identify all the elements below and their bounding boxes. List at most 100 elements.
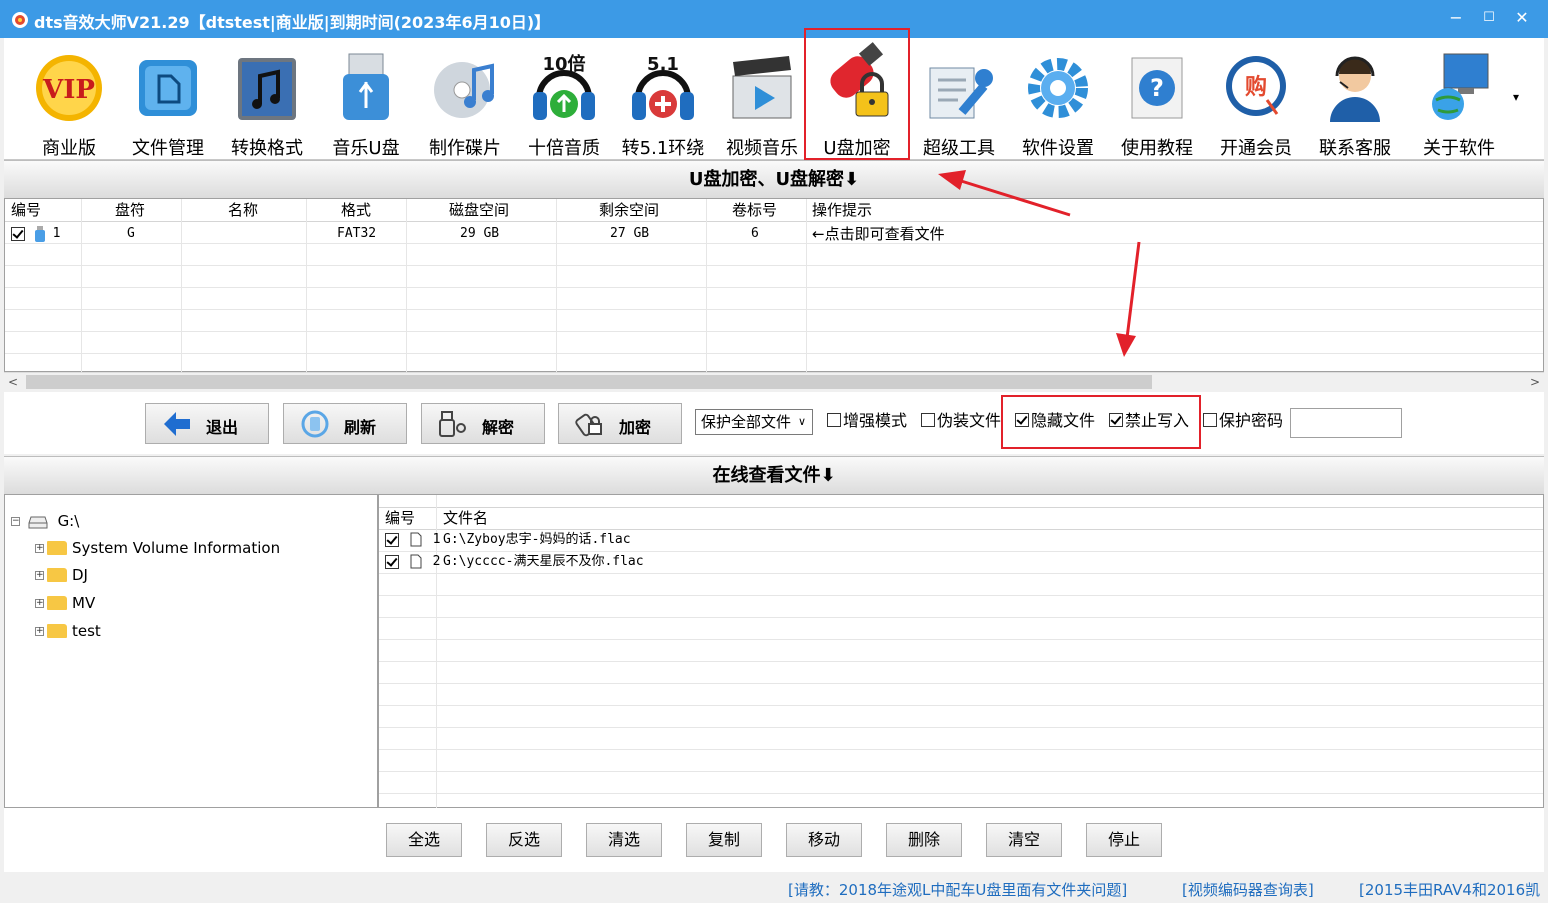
clear-selection-button[interactable]: 清选 xyxy=(586,823,662,857)
highlight-box xyxy=(1001,395,1201,449)
minimize-button[interactable]: − xyxy=(1443,6,1469,30)
wrench-icon xyxy=(929,67,993,119)
horizontal-scrollbar[interactable]: < > xyxy=(4,372,1544,390)
stop-button[interactable]: 停止 xyxy=(1086,823,1162,857)
expand-icon[interactable]: + xyxy=(35,599,44,608)
tool-video-music[interactable]: 视频音乐 xyxy=(713,42,811,159)
drive-label: 6 xyxy=(751,226,759,241)
tree-folder[interactable]: + MV xyxy=(35,591,95,615)
tool-file-manage[interactable]: 文件管理 xyxy=(119,42,217,159)
exit-button[interactable]: 退出 xyxy=(145,403,269,444)
col-header[interactable]: 盘符 xyxy=(115,199,145,221)
close-button[interactable]: ✕ xyxy=(1509,6,1535,30)
support-agent-icon xyxy=(1330,56,1380,122)
checkbox[interactable] xyxy=(1203,413,1217,427)
tool-usb-encrypt[interactable]: U盘加密 xyxy=(804,28,910,160)
tree-root[interactable]: − G:\ xyxy=(11,509,79,533)
tool-vip[interactable]: VIP 商业版 xyxy=(20,42,118,159)
tool-10x-quality[interactable]: 10倍 十倍音质 xyxy=(515,42,613,159)
tool-convert[interactable]: 转换格式 xyxy=(218,42,316,159)
col-header[interactable]: 名称 xyxy=(228,199,258,221)
svg-text:VIP: VIP xyxy=(42,75,95,105)
tool-tutorial[interactable]: ? 使用教程 xyxy=(1108,42,1206,159)
col-header[interactable]: 卷标号 xyxy=(732,199,777,221)
collapse-icon[interactable]: − xyxy=(11,517,20,526)
select-all-button[interactable]: 全选 xyxy=(386,823,462,857)
folder-icon xyxy=(47,623,67,638)
expand-icon[interactable]: + xyxy=(35,571,44,580)
file-row[interactable]: 1 xyxy=(385,529,440,551)
checkbox[interactable] xyxy=(921,413,935,427)
computer-globe-icon xyxy=(1432,53,1489,120)
refresh-button[interactable]: 刷新 xyxy=(283,403,407,444)
move-button[interactable]: 移动 xyxy=(786,823,862,857)
maximize-button[interactable]: ☐ xyxy=(1476,6,1502,30)
tool-music-usb[interactable]: 音乐U盘 xyxy=(317,42,415,159)
drive-letter: G xyxy=(127,226,135,241)
copy-button[interactable]: 复制 xyxy=(686,823,762,857)
delete-button[interactable]: 删除 xyxy=(886,823,962,857)
tool-make-disc[interactable]: 制作碟片 xyxy=(416,42,514,159)
row-checkbox[interactable] xyxy=(11,226,25,241)
drive-size: 29 GB xyxy=(460,226,500,241)
col-header[interactable]: 剩余空间 xyxy=(599,199,659,221)
col-header[interactable]: 编号 xyxy=(385,507,415,529)
file-icon xyxy=(410,554,422,569)
tool-settings[interactable]: 软件设置 xyxy=(1009,42,1107,159)
encrypt-button[interactable]: 加密 xyxy=(558,403,682,444)
tree-folder[interactable]: + DJ xyxy=(35,563,88,587)
col-header[interactable]: 编号 xyxy=(11,199,41,221)
tool-label: 转换格式 xyxy=(231,138,303,159)
tool-label: 软件设置 xyxy=(1022,138,1094,159)
file-icon xyxy=(410,532,422,547)
scroll-left-icon[interactable]: < xyxy=(4,373,22,391)
empty-button[interactable]: 清空 xyxy=(986,823,1062,857)
tool-support[interactable]: 联系客服 xyxy=(1306,42,1404,159)
online-section-title: 在线查看文件⬇ xyxy=(4,456,1544,494)
svg-text:5.1: 5.1 xyxy=(647,54,679,75)
scrollbar-thumb[interactable] xyxy=(26,375,1152,389)
col-header[interactable]: 格式 xyxy=(341,199,371,221)
tool-51-surround[interactable]: 5.1 转5.1环绕 xyxy=(614,42,712,159)
row-number: 1 xyxy=(52,226,61,241)
clapperboard-icon xyxy=(732,56,792,119)
decrypt-button[interactable]: 解密 xyxy=(421,403,545,444)
tree-folder[interactable]: + System Volume Information xyxy=(35,536,280,560)
main-toolbar: VIP 商业版 文件管理 转换格式 音乐U盘 制作碟片 10倍 十倍音质 5.1… xyxy=(4,28,1544,160)
file-row[interactable]: 2 xyxy=(385,551,440,573)
tool-membership[interactable]: 购 开通会员 xyxy=(1207,42,1305,159)
option-enhanced-mode[interactable]: 增强模式 xyxy=(827,411,907,431)
status-link[interactable]: [2015丰田RAV4和2016凯 xyxy=(1359,879,1540,900)
col-header[interactable]: 文件名 xyxy=(443,507,488,529)
tool-about[interactable]: 关于软件 xyxy=(1410,42,1508,159)
tool-label: 商业版 xyxy=(42,138,96,159)
row-checkbox[interactable] xyxy=(385,554,399,569)
file-list: 编号 文件名 1 G:\Zyboy忠宇-妈妈的话.flac 2 G:\ycccc… xyxy=(378,494,1544,809)
col-header[interactable]: 操作提示 xyxy=(812,199,872,221)
operation-hint[interactable]: ←点击即可查看文件 xyxy=(812,223,945,245)
title-bar: dts音效大师V21.29【dtstest|商业版|到期时间(2023年6月10… xyxy=(0,0,1548,38)
status-link[interactable]: [请教：2018年途观L中配车U盘里面有文件夹问题] xyxy=(788,879,1127,900)
folder-icon xyxy=(47,567,67,582)
invert-selection-button[interactable]: 反选 xyxy=(486,823,562,857)
option-disguise-files[interactable]: 伪装文件 xyxy=(921,411,1001,431)
status-bar: [请教：2018年途观L中配车U盘里面有文件夹问题] [视频编码器查询表] [2… xyxy=(0,874,1548,903)
file-name[interactable]: G:\ycccc-满天星辰不及你.flac xyxy=(443,551,644,573)
usb-drive-icon xyxy=(34,225,45,242)
protect-scope-select[interactable]: 保护全部文件 ∨ xyxy=(695,409,813,435)
toolbar-more-icon[interactable]: ▾ xyxy=(1513,90,1525,104)
tool-super-tools[interactable]: 超级工具 xyxy=(910,42,1008,159)
expand-icon[interactable]: + xyxy=(35,544,44,553)
arrow-left-icon xyxy=(164,412,190,436)
folder-tree: − G:\ + System Volume Information + DJ + MV… xyxy=(4,494,378,808)
checkbox[interactable] xyxy=(827,413,841,427)
status-link[interactable]: [视频编码器查询表] xyxy=(1182,879,1314,900)
scroll-right-icon[interactable]: > xyxy=(1526,373,1544,391)
option-protect-password[interactable]: 保护密码 xyxy=(1203,411,1283,431)
tree-folder[interactable]: + test xyxy=(35,619,101,643)
expand-icon[interactable]: + xyxy=(35,627,44,636)
file-name[interactable]: G:\Zyboy忠宇-妈妈的话.flac xyxy=(443,529,631,551)
password-input[interactable] xyxy=(1290,408,1402,438)
col-header[interactable]: 磁盘空间 xyxy=(449,199,509,221)
row-checkbox[interactable] xyxy=(385,532,399,547)
